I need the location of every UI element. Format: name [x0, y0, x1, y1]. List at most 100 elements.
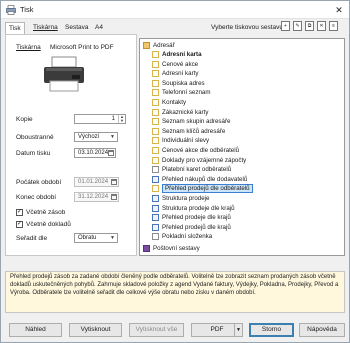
pdf-button[interactable]: PDF ▼: [191, 323, 243, 337]
copies-stepper[interactable]: 1 ▲ ▼: [74, 114, 126, 124]
tree-item-label: Struktura prodeje: [162, 195, 210, 202]
document-icon: [152, 204, 159, 212]
spin-arrows-icon[interactable]: ▲ ▼: [118, 115, 125, 123]
add-report-icon[interactable]: +: [281, 21, 290, 31]
report-set-title: Vyberte tiskovou sestavu: [211, 24, 284, 31]
tree-item-label: Přehled prodejů dle odběratelů: [162, 184, 253, 194]
tree-item-label: Přehled prodejů dle krajů: [162, 223, 231, 231]
pdf-button-label: PDF: [210, 326, 224, 333]
copy-report-icon[interactable]: ⧉: [305, 21, 314, 31]
tree-item-label: Cenové akce: [162, 60, 199, 68]
tab-report[interactable]: Sestava: [62, 22, 92, 34]
printer-app-icon: [6, 5, 16, 15]
document-icon: [152, 127, 159, 135]
calendar-icon[interactable]: [111, 179, 117, 185]
tree-item-label: Seznam klíčů adresáře: [162, 127, 226, 135]
document-icon: [152, 108, 159, 116]
cancel-button[interactable]: Storno: [249, 323, 294, 337]
document-icon: [152, 166, 159, 174]
checkmark-icon[interactable]: ✓: [16, 209, 23, 216]
include-docs-label: Včetně dokladů: [26, 221, 71, 228]
calendar-icon[interactable]: [111, 194, 117, 200]
document-icon: [152, 185, 159, 193]
document-icon: [152, 70, 159, 78]
tree-item-label: Pokladní složenka: [162, 233, 213, 241]
chevron-down-icon[interactable]: ▼: [234, 324, 242, 336]
tree-item-label: Přehled nákupů dle dodavatelů: [162, 175, 248, 183]
printer-icon: [44, 56, 84, 92]
sort-select[interactable]: Obratu ▼: [74, 233, 118, 243]
report-description: Přehled prodejů zásob za zadané období č…: [5, 271, 345, 313]
document-icon: [152, 137, 159, 145]
document-icon: [152, 175, 159, 183]
tree-item-label: Cenové akce dle odběratelů: [162, 147, 240, 154]
tree-item-label: Telefonní seznam: [162, 89, 211, 97]
print-settings-panel: Tiskárna Microsoft Print to PDF Kopie 1 …: [5, 34, 137, 256]
tree-item-label: Doklady pro vzájemné zápočty: [162, 156, 247, 164]
tree-item-label: Zákaznické karty: [162, 108, 209, 116]
duplex-value: Výchozí: [78, 134, 100, 140]
document-icon: [152, 118, 159, 126]
document-icon: [152, 195, 159, 202]
tab-paper-size[interactable]: A4: [92, 22, 106, 34]
period-start-field[interactable]: 01.01.2024: [74, 177, 119, 187]
document-icon: [152, 51, 159, 58]
tree-item-label: Adresní karta: [162, 51, 202, 58]
document-icon: [152, 223, 159, 231]
tree-item-label: Kontakty: [162, 99, 187, 106]
tree-item-label: Soupiska adres: [162, 79, 205, 87]
printer-name: Microsoft Print to PDF: [50, 44, 114, 51]
print-date-value: 03.10.2024: [78, 150, 109, 156]
title-bar: Tisk ✕: [1, 1, 349, 19]
close-icon[interactable]: ✕: [333, 4, 345, 16]
checkmark-icon[interactable]: ✓: [16, 221, 23, 228]
print-all-button[interactable]: Vytisknout vše: [129, 323, 184, 337]
report-settings-icon[interactable]: ≡: [329, 21, 338, 31]
document-icon: [152, 214, 159, 222]
period-end-field[interactable]: 31.12.2024: [74, 192, 119, 202]
tree-item-label: Individuální slevy: [162, 137, 210, 145]
print-button[interactable]: Vytisknout: [69, 323, 122, 337]
chevron-down-icon: ▼: [110, 134, 115, 140]
chevron-down-icon: ▼: [110, 235, 115, 241]
folder-icon: [143, 42, 150, 49]
window-title: Tisk: [20, 5, 34, 14]
print-dialog: Tisk ✕ Tisk Tiskárna Sestava A4 Tiskárna…: [0, 0, 350, 343]
tree-item-label: Struktura prodeje dle krajů: [162, 204, 235, 212]
period-end-value: 31.12.2024: [78, 194, 109, 200]
tab-print[interactable]: Tisk: [5, 22, 25, 34]
edit-report-icon[interactable]: ✎: [293, 21, 302, 31]
duplex-select[interactable]: Výchozí ▼: [74, 132, 118, 142]
period-start-label: Počátek období: [16, 179, 62, 186]
calendar-icon[interactable]: [108, 150, 114, 156]
cube-icon: [143, 245, 150, 252]
tree-item-label: Platební karet odběratelů: [162, 166, 232, 174]
report-tree: Adresář Adresní karta Cenové akce Adresní …: [139, 38, 345, 256]
tree-item-label: Přehled prodeje dle krajů: [162, 214, 231, 222]
tree-item-label: Seznam skupin adresáře: [162, 118, 231, 126]
tree-footer-label: Poštovní sestavy: [153, 245, 200, 252]
document-icon: [152, 79, 159, 87]
document-icon: [152, 99, 159, 106]
tab-printer[interactable]: Tiskárna: [30, 22, 61, 34]
preview-button[interactable]: Náhled: [9, 323, 62, 337]
print-date-label: Datum tisku: [16, 150, 51, 157]
period-start-value: 01.01.2024: [78, 179, 109, 185]
document-icon: [152, 89, 159, 97]
sort-label: Seřadit dle: [16, 235, 48, 242]
tree-root-label: Adresář: [153, 42, 175, 49]
tree-item-label: Adresní karty: [162, 70, 199, 78]
delete-report-icon[interactable]: ✕: [317, 21, 326, 31]
copies-value: 1: [111, 116, 115, 122]
printer-label[interactable]: Tiskárna: [16, 44, 41, 51]
document-icon: [152, 233, 159, 241]
sort-value: Obratu: [78, 235, 97, 241]
document-icon: [152, 60, 159, 68]
duplex-label: Oboustranně: [16, 134, 54, 141]
copies-label: Kopie: [16, 116, 33, 123]
document-icon: [152, 156, 159, 164]
print-date-field[interactable]: 03.10.2024: [74, 148, 116, 158]
help-button[interactable]: Nápověda: [299, 323, 345, 337]
include-stock-label: Včetně zásob: [26, 209, 66, 216]
document-icon: [152, 147, 159, 154]
